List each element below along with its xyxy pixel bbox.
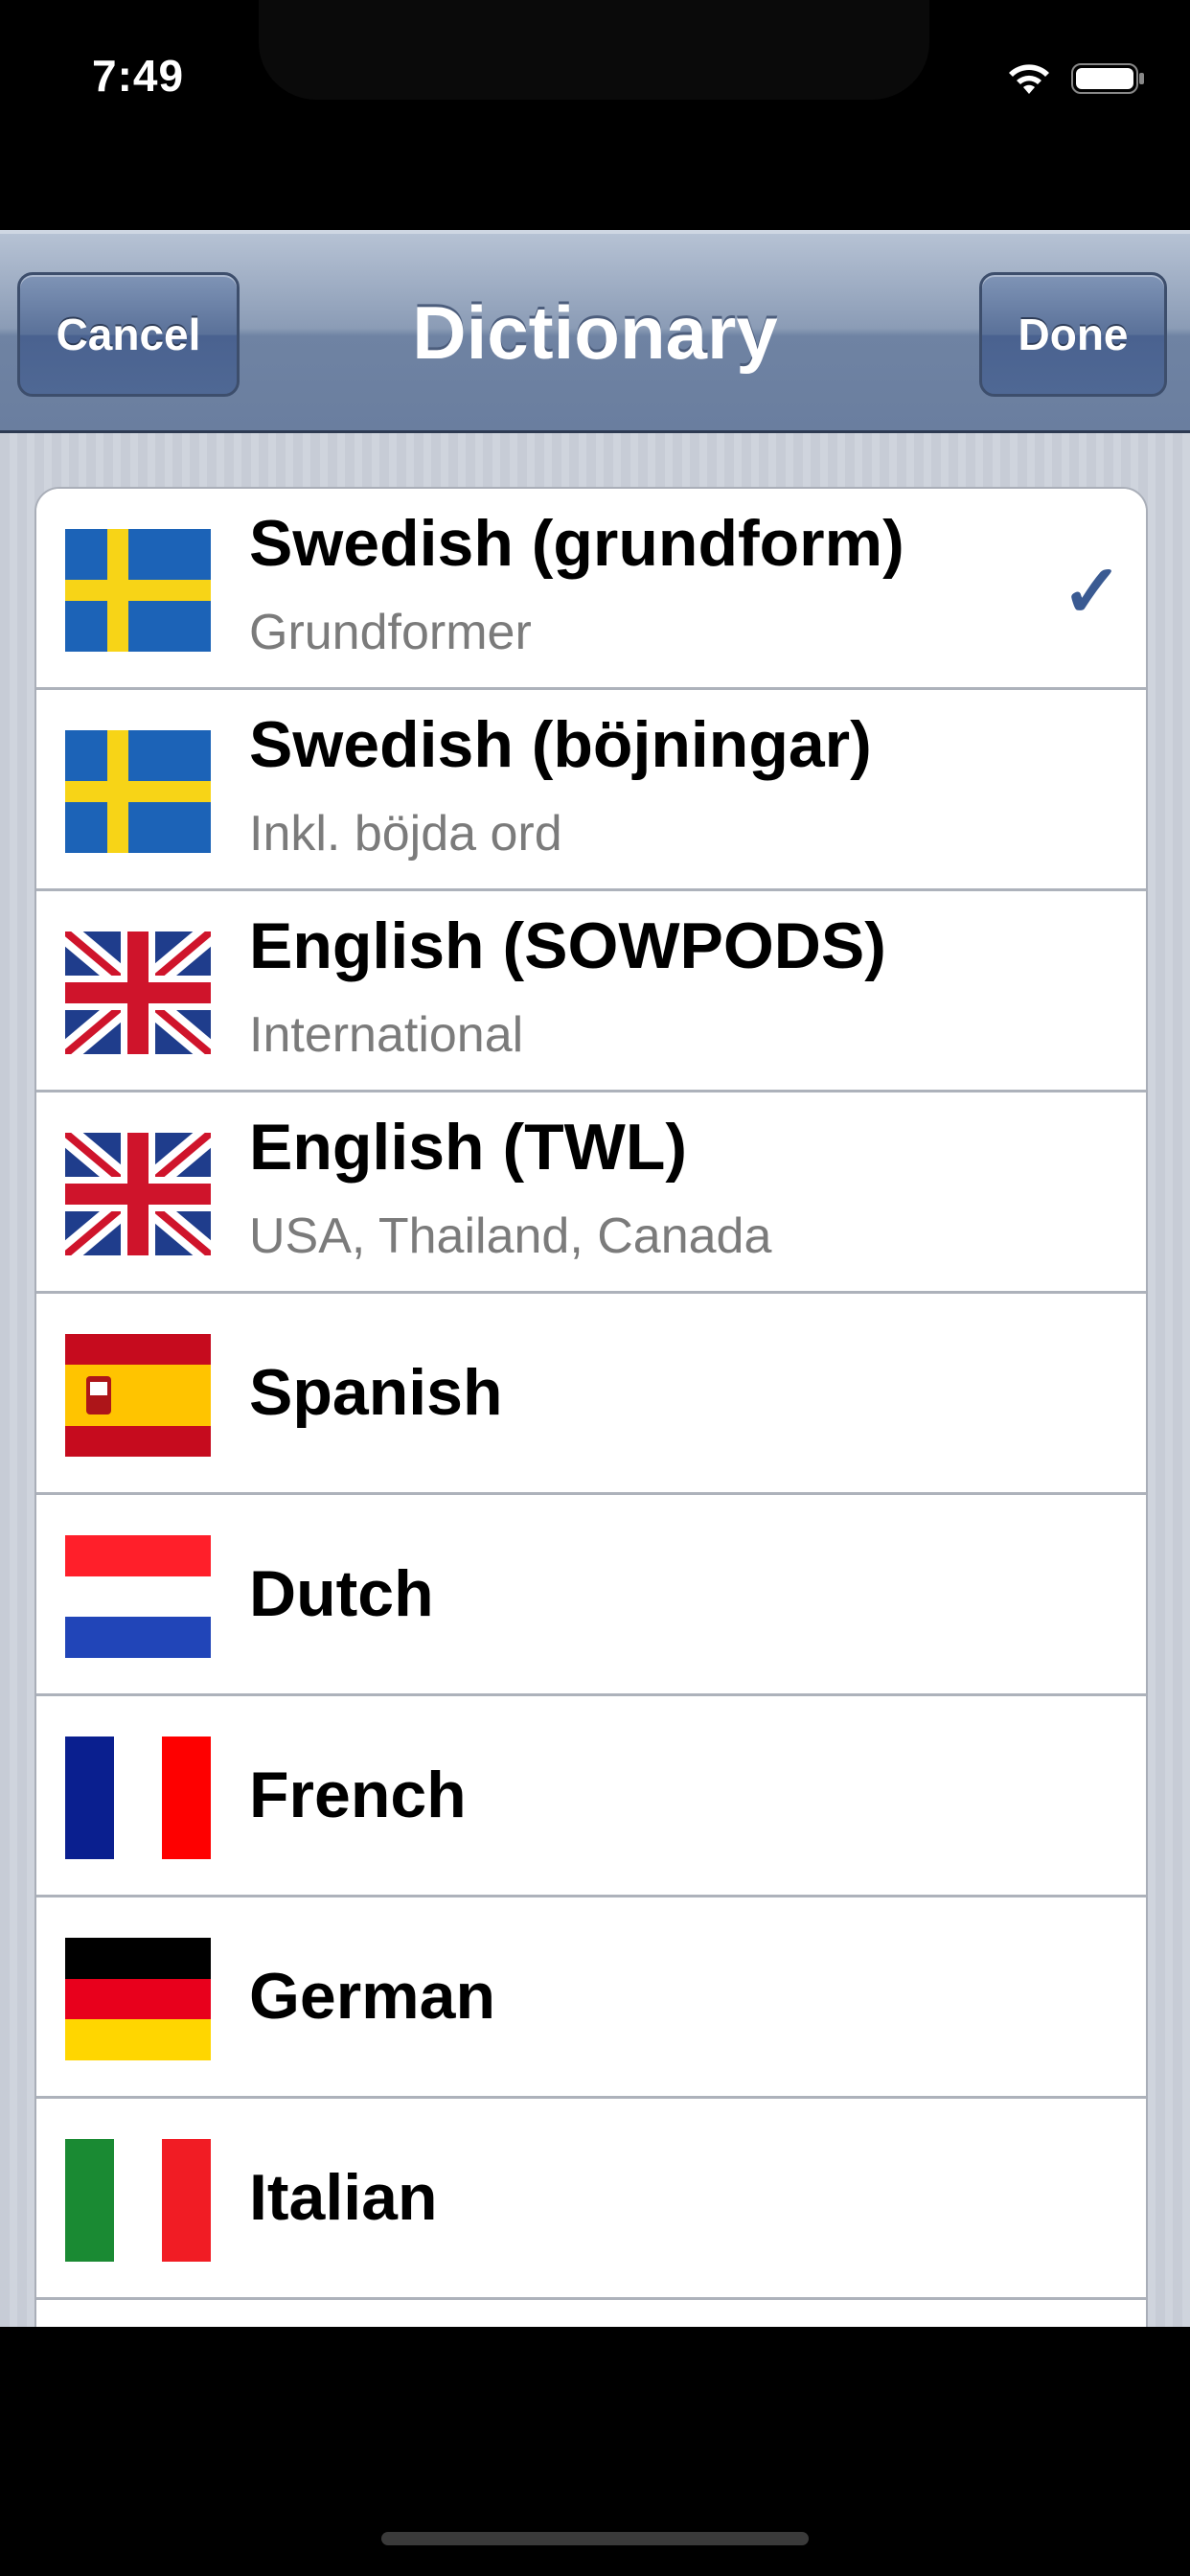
checkmark-icon: ✓ — [1062, 551, 1123, 632]
home-indicator[interactable] — [381, 2532, 809, 2545]
battery-icon — [1071, 63, 1144, 94]
row-title: German — [249, 1960, 495, 2033]
row-title: Swedish (böjningar) — [249, 708, 872, 781]
row-title: French — [249, 1759, 467, 1831]
row-title: English (SOWPODS) — [249, 909, 886, 982]
row-title: Dutch — [249, 1557, 434, 1630]
spain-flag-icon — [65, 1334, 211, 1457]
row-subtitle: Grundformer — [249, 605, 532, 660]
sweden-flag-icon — [65, 529, 211, 652]
status-time: 7:49 — [92, 51, 185, 101]
navigation-bar: Cancel Dictionary Done — [0, 230, 1190, 433]
germany-flag-icon — [65, 1938, 211, 2060]
sweden-flag-icon — [65, 730, 211, 853]
italy-flag-icon — [65, 2139, 211, 2262]
uk-flag-icon — [65, 1133, 211, 1255]
content-area: Swedish (grundform) Grundformer ✓ Swedis… — [0, 433, 1190, 2327]
netherlands-flag-icon — [65, 1535, 211, 1658]
list-item[interactable]: Swedish (grundform) Grundformer ✓ — [36, 489, 1146, 690]
row-subtitle: Inkl. böjda ord — [249, 806, 562, 862]
list-item[interactable]: French — [36, 1696, 1146, 1898]
list-item[interactable]: German — [36, 1898, 1146, 2099]
list-item[interactable]: English (SOWPODS) International — [36, 891, 1146, 1092]
done-button[interactable]: Done — [979, 272, 1167, 397]
row-subtitle: USA, Thailand, Canada — [249, 1208, 772, 1264]
notch — [259, 0, 929, 100]
row-title: Spanish — [249, 1356, 503, 1429]
list-item[interactable]: Italian — [36, 2099, 1146, 2300]
france-flag-icon — [65, 1736, 211, 1859]
row-title: Italian — [249, 2161, 438, 2234]
wifi-icon — [1009, 64, 1049, 94]
list-item[interactable]: Dutch — [36, 1495, 1146, 1696]
list-item[interactable]: Spanish — [36, 1294, 1146, 1495]
list-item[interactable]: English (TWL) USA, Thailand, Canada — [36, 1092, 1146, 1294]
row-title: English (TWL) — [249, 1111, 688, 1184]
row-subtitle: International — [249, 1007, 524, 1063]
status-bar: 7:49 — [0, 0, 1190, 230]
row-title: Swedish (grundform) — [249, 507, 904, 580]
dictionary-list: Swedish (grundform) Grundformer ✓ Swedis… — [34, 487, 1148, 2327]
list-item[interactable] — [36, 2300, 1146, 2327]
uk-flag-icon — [65, 932, 211, 1054]
list-item[interactable]: Swedish (böjningar) Inkl. böjda ord — [36, 690, 1146, 891]
